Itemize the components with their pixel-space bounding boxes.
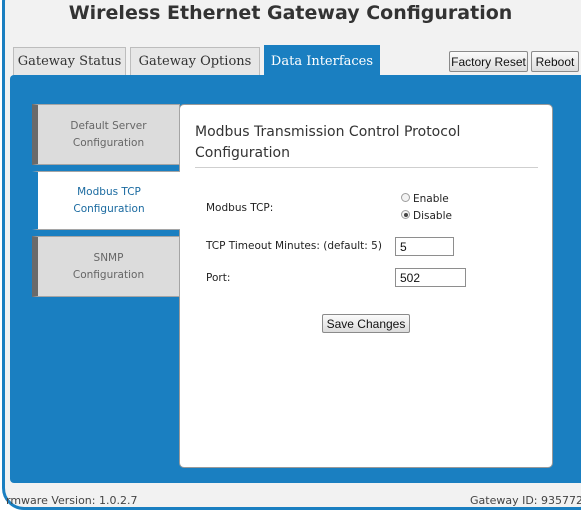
modbus-tcp-label: Modbus TCP: [206, 202, 274, 214]
port-input[interactable] [395, 268, 466, 287]
save-changes-button[interactable]: Save Changes [322, 314, 410, 333]
port-label: Port: [206, 272, 231, 284]
timeout-input[interactable] [395, 237, 454, 256]
enable-radio-label: Enable [413, 193, 449, 205]
enable-radio[interactable] [401, 193, 410, 202]
disable-radio-label: Disable [413, 210, 452, 222]
reboot-button[interactable]: Reboot [531, 51, 579, 72]
factory-reset-button[interactable]: Factory Reset [449, 51, 528, 72]
page-title: Wireless Ethernet Gateway Configuration [68, 2, 513, 24]
sidebar-item-default-server[interactable]: Default Server Configuration [32, 104, 180, 165]
disable-radio[interactable] [401, 210, 410, 219]
tab-gateway-status[interactable]: Gateway Status [13, 47, 126, 75]
section-heading: Modbus Transmission Control Protocol Con… [195, 124, 461, 161]
sidebar-item-snmp[interactable]: SNMP Configuration [32, 236, 180, 297]
sidebar-item-modbus-tcp[interactable]: Modbus TCP Configuration [32, 171, 180, 230]
firmware-version: rmware Version: 1.0.2.7 [6, 494, 138, 507]
section-divider [195, 167, 538, 168]
timeout-label: TCP Timeout Minutes: (default: 5) [206, 240, 382, 252]
gateway-id: Gateway ID: 935772 [470, 494, 581, 507]
tab-gateway-options[interactable]: Gateway Options [130, 47, 260, 75]
tab-data-interfaces[interactable]: Data Interfaces [264, 45, 380, 76]
